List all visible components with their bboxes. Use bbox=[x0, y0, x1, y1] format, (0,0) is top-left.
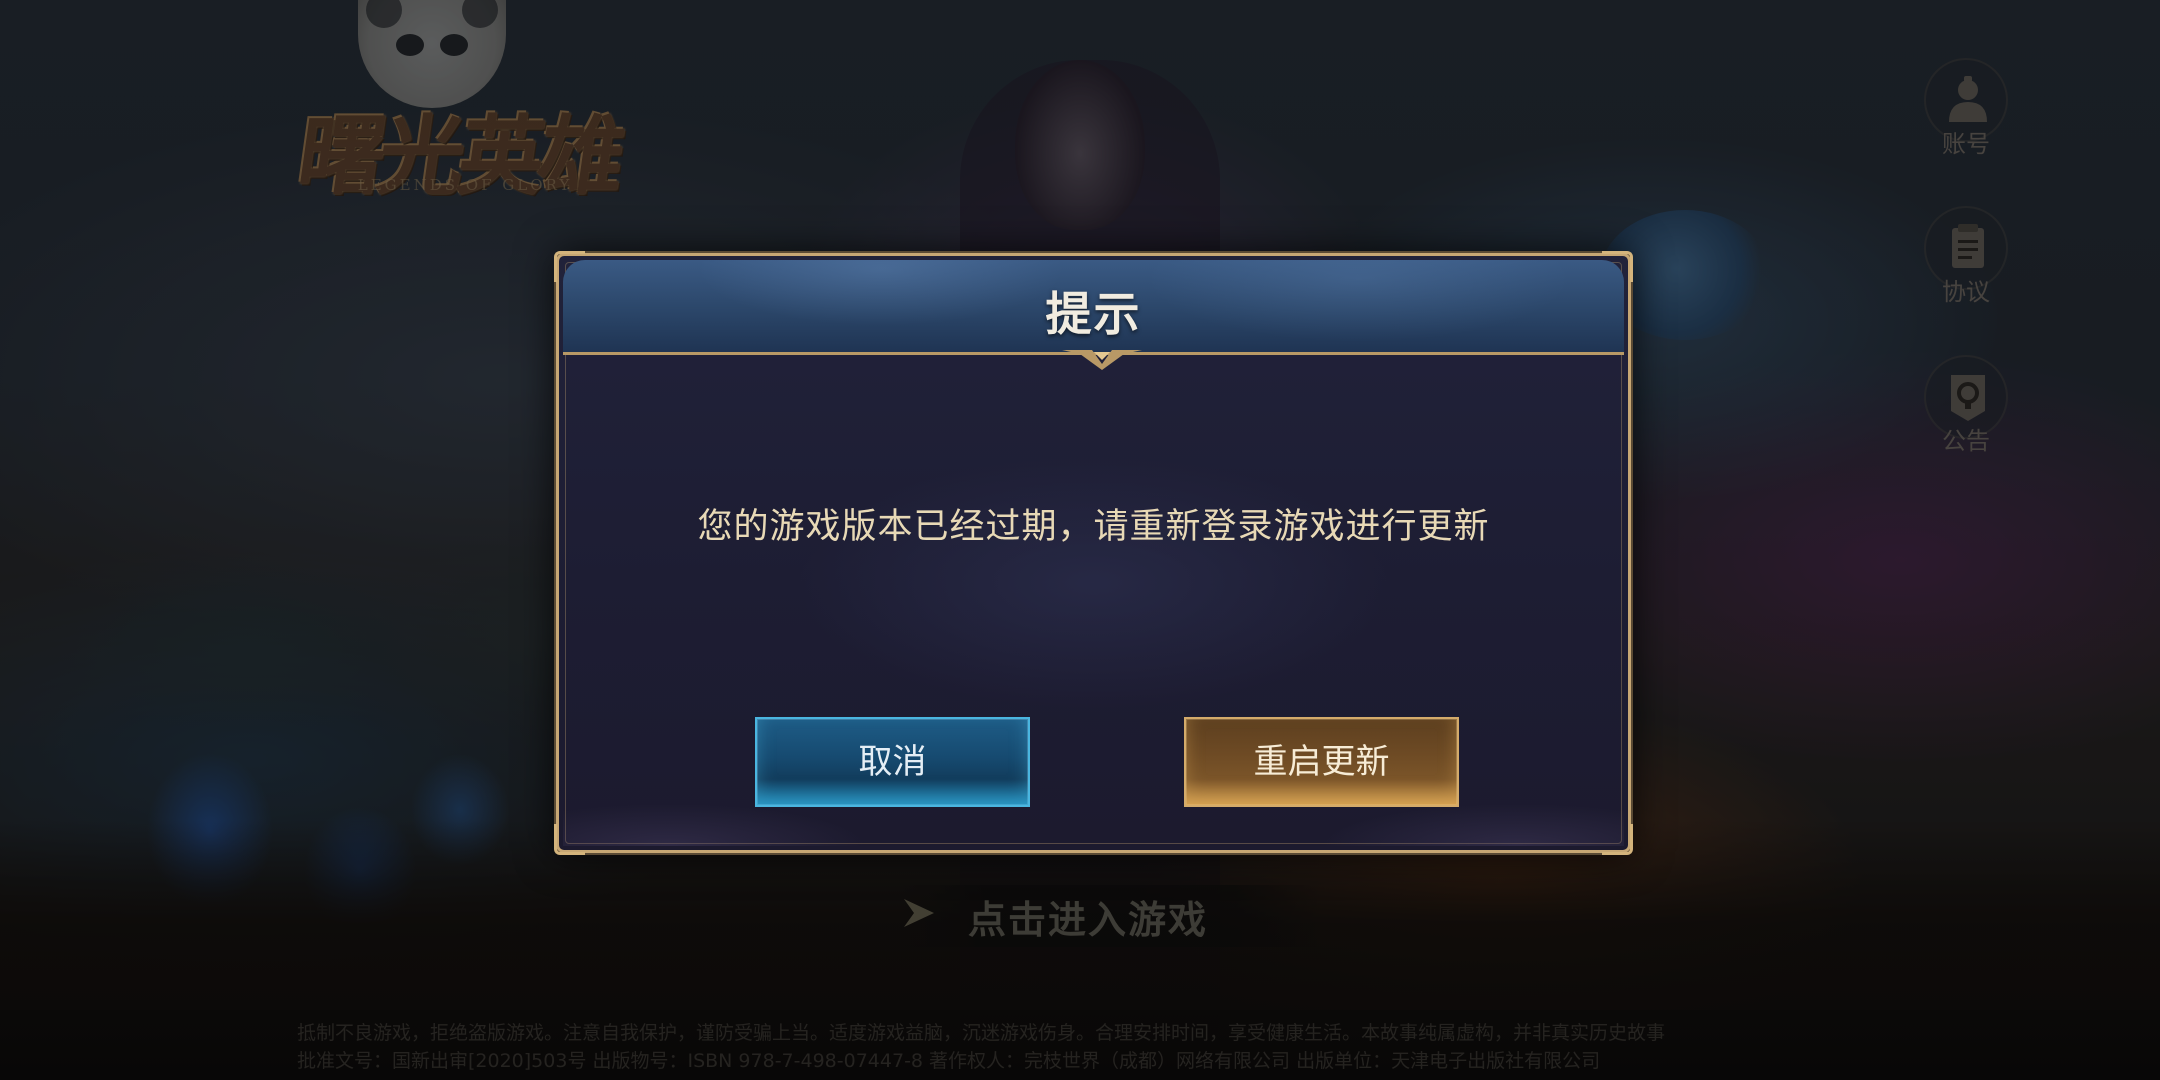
dialog-corner-ornament bbox=[554, 824, 585, 855]
game-login-screen: 曙光英雄 LEGENDS OF GLORY 账号 协议 公告 点击进入游戏 抵制… bbox=[0, 0, 2160, 1080]
update-dialog: 提示 您的游戏版本已经过期，请重新登录游戏进行更新 取消 重启更新 bbox=[554, 251, 1633, 855]
dialog-bottom-decoration bbox=[563, 766, 1624, 846]
dialog-message: 您的游戏版本已经过期，请重新登录游戏进行更新 bbox=[697, 507, 1490, 547]
dialog-header: 提示 bbox=[563, 260, 1624, 355]
dialog-corner-ornament bbox=[1602, 824, 1633, 855]
dialog-title: 提示 bbox=[1045, 287, 1142, 341]
restart-update-button[interactable]: 重启更新 bbox=[1184, 717, 1459, 807]
header-ornament-icon bbox=[1062, 350, 1142, 370]
cancel-button[interactable]: 取消 bbox=[755, 717, 1030, 807]
